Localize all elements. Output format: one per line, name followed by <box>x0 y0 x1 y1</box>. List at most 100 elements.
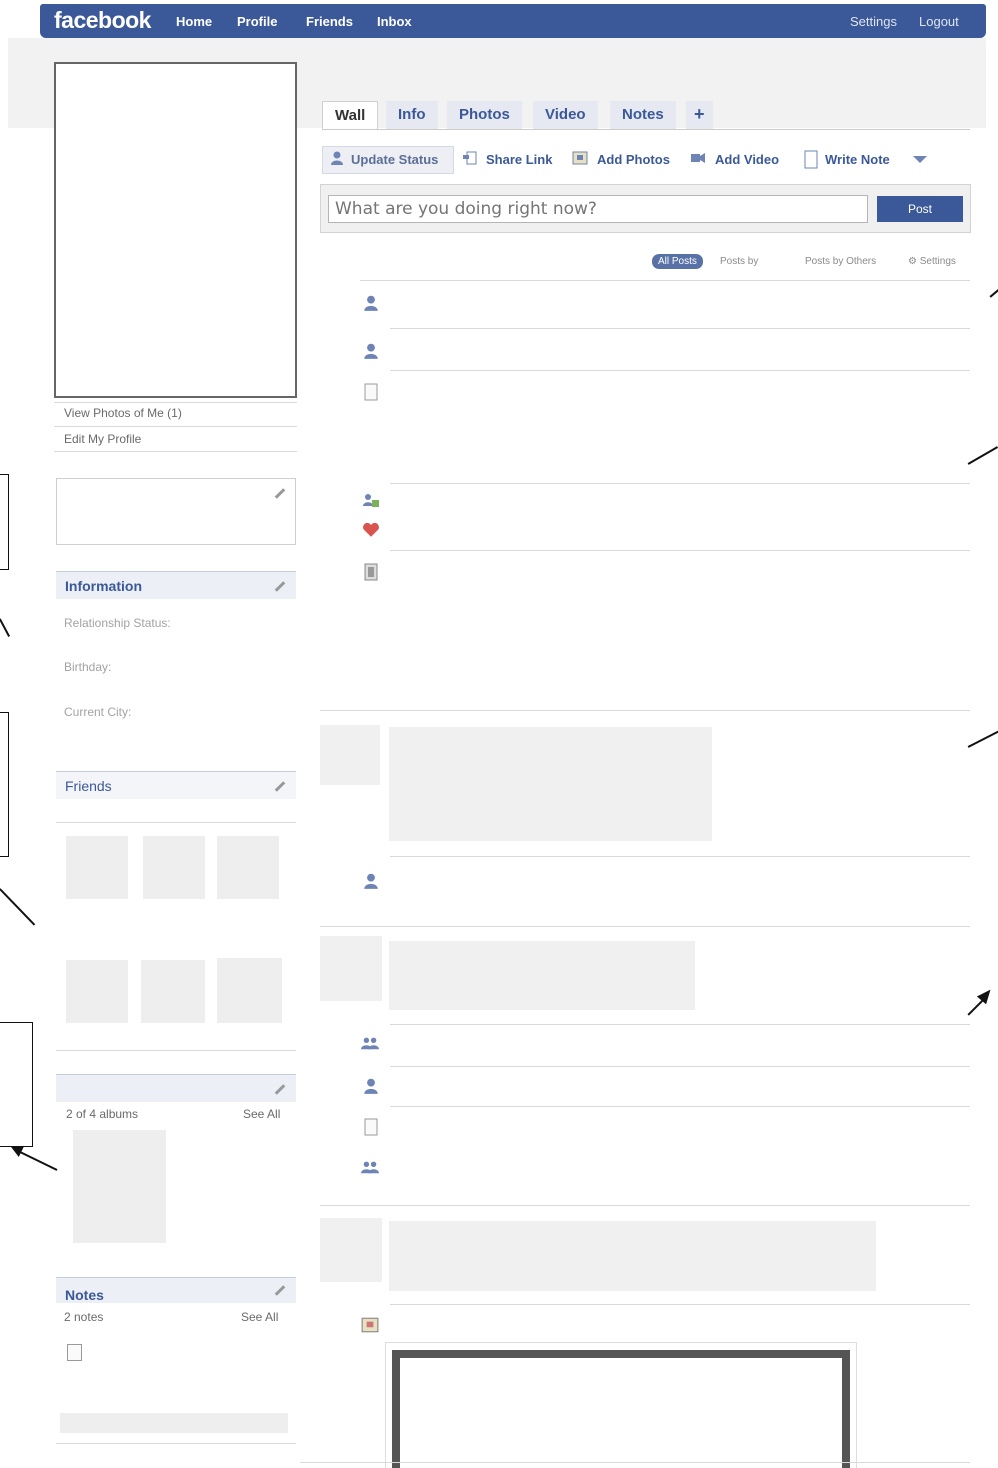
nav-friends-link[interactable]: Friends <box>306 14 353 29</box>
annotation-box <box>0 1022 33 1147</box>
filter-posts-by-others[interactable]: Posts by Others <box>805 256 876 267</box>
albums-count: 2 of 4 albums <box>66 1107 139 1121</box>
feed-divider <box>390 370 970 371</box>
notes-count: 2 notes <box>64 1310 104 1324</box>
film-icon <box>364 563 378 581</box>
filter-settings-label: Settings <box>919 256 956 267</box>
information-title: Information <box>65 578 142 594</box>
share-link-icon <box>463 151 477 165</box>
nav-home-link[interactable]: Home <box>176 14 212 29</box>
note-icon[interactable] <box>67 1344 82 1361</box>
friend-thumbnail[interactable] <box>66 836 128 899</box>
user-icon <box>364 343 378 359</box>
feed-divider <box>390 328 970 329</box>
story-content-placeholder[interactable] <box>389 941 695 1010</box>
album-thumbnail[interactable] <box>73 1130 166 1243</box>
feed-divider <box>360 280 970 281</box>
feed-divider <box>390 550 970 551</box>
post-button[interactable]: Post <box>877 196 963 222</box>
pencil-icon[interactable] <box>274 488 286 499</box>
bio-box[interactable] <box>56 478 296 545</box>
annotation-line <box>967 446 998 465</box>
information-section-header: Information <box>56 571 296 599</box>
avatar-placeholder[interactable] <box>320 725 380 785</box>
update-status-button[interactable]: Update Status <box>351 152 438 167</box>
feed-divider <box>390 483 970 484</box>
user-icon <box>331 151 343 165</box>
divider <box>56 1050 296 1051</box>
friend-thumbnail[interactable] <box>66 960 128 1023</box>
facebook-logo[interactable]: facebook <box>54 7 151 34</box>
friends-title: Friends <box>65 778 112 794</box>
relationship-status-label: Relationship Status: <box>64 616 171 630</box>
tab-notes[interactable]: Notes <box>610 101 676 129</box>
user-icon <box>364 1078 378 1094</box>
photo-icon <box>361 1317 379 1333</box>
pencil-icon[interactable] <box>274 781 286 792</box>
friend-thumbnail[interactable] <box>141 960 205 1023</box>
nav-logout-link[interactable]: Logout <box>919 14 959 29</box>
tab-wall[interactable]: Wall <box>322 101 379 129</box>
friends-add-icon <box>363 494 379 507</box>
tab-info[interactable]: Info <box>386 101 438 129</box>
avatar-placeholder[interactable] <box>320 1218 382 1282</box>
friend-thumbnail[interactable] <box>217 836 279 899</box>
note-preview-bar[interactable] <box>60 1413 288 1433</box>
pencil-icon[interactable] <box>274 581 286 592</box>
share-link-button[interactable]: Share Link <box>486 152 552 167</box>
annotation-line <box>989 287 998 298</box>
tab-photos[interactable]: Photos <box>447 101 522 129</box>
filter-all-posts[interactable]: All Posts <box>652 254 703 269</box>
view-photos-of-me-link[interactable]: View Photos of Me (1) <box>64 406 182 420</box>
nav-inbox-link[interactable]: Inbox <box>377 14 412 29</box>
birthday-label: Birthday: <box>64 660 112 674</box>
feed-divider <box>390 1024 970 1025</box>
add-photos-button[interactable]: Add Photos <box>597 152 670 167</box>
tab-video[interactable]: Video <box>533 101 598 129</box>
albums-see-all-link[interactable]: See All <box>243 1107 280 1121</box>
feed-divider <box>320 1205 970 1206</box>
status-input[interactable] <box>328 195 868 223</box>
notes-title: Notes <box>65 1287 104 1303</box>
heart-icon <box>363 522 379 537</box>
feed-divider <box>390 1304 970 1305</box>
notes-see-all-link[interactable]: See All <box>241 1310 278 1324</box>
profile-picture-placeholder[interactable] <box>54 62 297 398</box>
friends-section-header: Friends <box>56 771 296 799</box>
annotation-line <box>967 730 998 748</box>
note-icon <box>364 1118 378 1136</box>
divider <box>54 402 297 403</box>
bottom-divider <box>300 1462 970 1463</box>
group-icon <box>361 1161 379 1174</box>
edit-my-profile-link[interactable]: Edit My Profile <box>64 432 141 446</box>
feed-divider <box>320 710 970 711</box>
note-icon <box>804 150 818 169</box>
add-video-button[interactable]: Add Video <box>715 152 779 167</box>
top-navigation-bar: facebook Home Profile Friends Inbox Sett… <box>40 4 986 38</box>
posted-photo-frame[interactable] <box>392 1350 850 1468</box>
tab-add-button[interactable]: + <box>686 101 713 129</box>
annotation-box <box>0 474 9 570</box>
filter-posts-by[interactable]: Posts by <box>720 256 758 267</box>
story-content-placeholder[interactable] <box>389 727 712 841</box>
avatar-placeholder[interactable] <box>320 936 382 1001</box>
pencil-icon[interactable] <box>274 1084 286 1095</box>
filter-settings-link[interactable]: ⚙ Settings <box>908 256 956 267</box>
note-icon <box>364 383 378 401</box>
chevron-down-icon[interactable] <box>913 156 927 164</box>
divider <box>56 822 296 823</box>
divider <box>54 426 297 427</box>
user-icon <box>364 295 378 311</box>
nav-settings-link[interactable]: Settings <box>850 14 897 29</box>
tabbar-line <box>322 129 970 130</box>
annotation-line <box>0 888 36 926</box>
friend-thumbnail[interactable] <box>143 836 205 899</box>
photos-section-header <box>56 1074 296 1102</box>
pencil-icon[interactable] <box>274 1285 286 1296</box>
friend-thumbnail[interactable] <box>217 958 282 1023</box>
story-content-placeholder[interactable] <box>389 1221 876 1291</box>
write-note-button[interactable]: Write Note <box>825 152 890 167</box>
nav-profile-link[interactable]: Profile <box>237 14 277 29</box>
annotation-line <box>0 618 11 637</box>
divider <box>56 1443 296 1444</box>
